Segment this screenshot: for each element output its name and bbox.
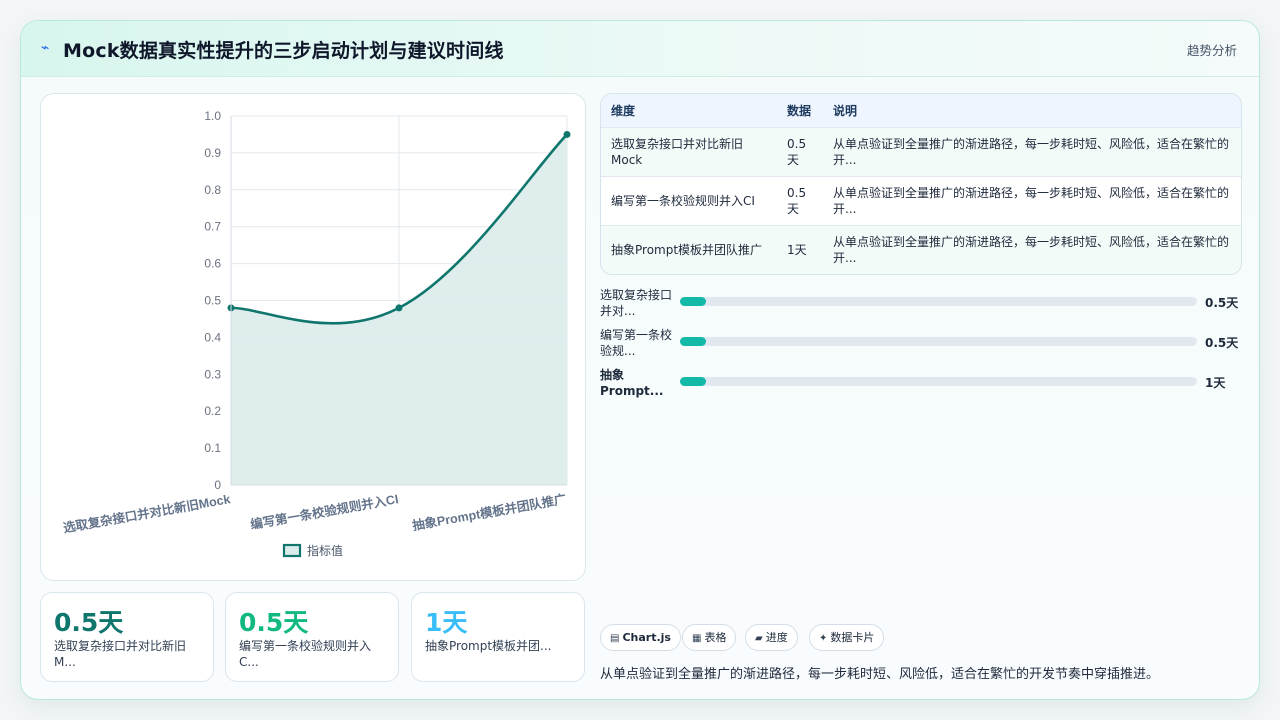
- progress-track: [680, 377, 1197, 386]
- table-cell: 0.5天: [787, 136, 807, 167]
- table-cell: 从单点验证到全量推广的渐进路径，每一步耗时短、风险低，适合在繁忙的开...: [833, 234, 1230, 265]
- y-tick-label: 0.8: [204, 183, 221, 197]
- legend-label: 指标值: [307, 543, 343, 558]
- y-tick-label: 0.5: [204, 294, 221, 308]
- progress-label: 选取复杂接口并对...: [600, 288, 673, 318]
- column-header: 维度: [611, 103, 636, 118]
- chip-label: 进度: [765, 631, 788, 644]
- data-table: 维度 数据 说明 选取复杂接口并对比新旧Mock 0.5天 从单点验证到全量推广…: [601, 94, 1241, 274]
- data-point: [563, 130, 571, 138]
- progress-fill: [680, 297, 706, 306]
- chip-label: 表格: [704, 631, 727, 644]
- table-icon: ▦: [692, 633, 702, 644]
- table-row: 抽象Prompt模板并团队推广 1天 从单点验证到全量推广的渐进路径，每一步耗时…: [601, 225, 1241, 274]
- y-tick-label: 1.0: [204, 109, 221, 123]
- table-cell: 从单点验证到全量推广的渐进路径，每一步耗时短、风险低，适合在繁忙的开...: [833, 185, 1230, 216]
- line-chart-panel: 0 0.1 0.2 0.3 0.4 0.5 0.6 0.7 0.8 0.9 1.0 选取复杂接口并对比…: [40, 93, 586, 581]
- chip-chartjs[interactable]: ▤ Chart.js: [600, 624, 681, 651]
- y-tick-label: 0.3: [204, 367, 221, 381]
- table-cell: 从单点验证到全量推广的渐进路径，每一步耗时短、风险低，适合在繁忙的开...: [833, 136, 1230, 167]
- y-tick-label: 0.4: [204, 330, 221, 344]
- y-tick-label: 0.9: [204, 146, 221, 160]
- table-cell: 抽象Prompt模板并团队推广: [611, 242, 763, 257]
- sparkle-icon: ✦: [819, 633, 828, 644]
- x-tick-label: 选取复杂接口并对比新旧Mock: [62, 491, 232, 535]
- progress-track: [680, 297, 1197, 306]
- kpi-card-3: 1天 抽象Prompt模板并团...: [411, 592, 585, 682]
- kpi-value: 1天: [425, 608, 468, 637]
- progress-fill: [680, 377, 706, 386]
- dashboard-card: ⌁ Mock数据真实性提升的三步启动计划与建议时间线 趋势分析 0 0.1 0.2 0…: [20, 20, 1260, 700]
- table-cell: 0.5天: [787, 185, 807, 216]
- kpi-label: 选取复杂接口并对比新旧M...: [54, 639, 187, 669]
- chip-progress[interactable]: ▰ 进度: [745, 624, 798, 651]
- progress-row: 选取复杂接口并对... 0.5天: [600, 287, 1242, 321]
- kpi-card-1: 0.5天 选取复杂接口并对比新旧M...: [40, 592, 214, 682]
- chip-data-cards[interactable]: ✦ 数据卡片: [809, 624, 885, 651]
- progress-value: 1天: [1205, 376, 1226, 390]
- header: ⌁ Mock数据真实性提升的三步启动计划与建议时间线 趋势分析: [21, 21, 1259, 77]
- table-row: 选取复杂接口并对比新旧Mock 0.5天 从单点验证到全量推广的渐进路径，每一步…: [601, 127, 1241, 176]
- table-header-row: 维度 数据 说明: [601, 94, 1241, 127]
- column-header: 说明: [833, 103, 858, 118]
- chip-label: Chart.js: [622, 631, 671, 644]
- progress-value: 0.5天: [1205, 296, 1239, 310]
- progress-label: 抽象Prompt...: [600, 368, 664, 398]
- summary-text: 从单点验证到全量推广的渐进路径，每一步耗时短、风险低，适合在繁忙的开发节奏中穿插…: [600, 667, 1160, 682]
- kpi-value: 0.5天: [239, 608, 309, 637]
- y-tick-label: 0.2: [204, 404, 221, 418]
- chart-icon: ▤: [610, 633, 620, 644]
- kpi-value: 0.5天: [54, 608, 124, 637]
- progress-label: 编写第一条校验规...: [600, 328, 673, 358]
- kpi-card-2: 0.5天 编写第一条校验规则并入C...: [225, 592, 399, 682]
- legend-swatch: [282, 543, 302, 558]
- line-chart: 0 0.1 0.2 0.3 0.4 0.5 0.6 0.7 0.8 0.9 1.0 选取复杂接口并对比…: [62, 109, 571, 558]
- chip-table[interactable]: ▦ 表格: [682, 624, 737, 651]
- page-title: Mock数据真实性提升的三步启动计划与建议时间线: [63, 40, 504, 62]
- y-tick-label: 0: [214, 478, 221, 492]
- data-point: [395, 304, 403, 312]
- progress-icon: ▰: [755, 633, 763, 644]
- chip-label: 数据卡片: [830, 631, 875, 644]
- progress-row: 抽象Prompt... 1天: [600, 367, 1242, 401]
- kpi-label: 编写第一条校验规则并入C...: [239, 639, 372, 669]
- y-tick-label: 0.7: [204, 220, 221, 234]
- y-tick-label: 0.6: [204, 257, 221, 271]
- column-header: 数据: [787, 103, 812, 118]
- wave-icon: ⌁: [41, 40, 50, 56]
- x-tick-label: 编写第一条校验规则并入CI: [249, 491, 399, 532]
- table-row: 编写第一条校验规则并入CI 0.5天 从单点验证到全量推广的渐进路径，每一步耗时…: [601, 176, 1241, 225]
- kpi-label: 抽象Prompt模板并团...: [425, 639, 552, 653]
- table-cell: 1天: [787, 242, 807, 257]
- progress-track: [680, 337, 1197, 346]
- table-cell: 选取复杂接口并对比新旧Mock: [611, 136, 744, 167]
- progress-fill: [680, 337, 706, 346]
- data-table-panel: 维度 数据 说明 选取复杂接口并对比新旧Mock 0.5天 从单点验证到全量推广…: [600, 93, 1242, 275]
- y-tick-label: 0.1: [204, 441, 221, 455]
- x-tick-label: 抽象Prompt模板并团队推广: [411, 491, 568, 533]
- trend-tag[interactable]: 趋势分析: [1187, 40, 1237, 59]
- progress-value: 0.5天: [1205, 336, 1239, 350]
- table-cell: 编写第一条校验规则并入CI: [611, 193, 755, 208]
- progress-row: 编写第一条校验规... 0.5天: [600, 327, 1242, 361]
